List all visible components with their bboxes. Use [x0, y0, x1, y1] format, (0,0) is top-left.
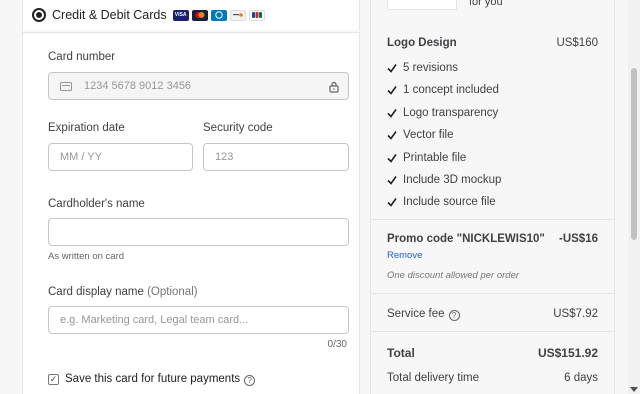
gig-thumbnail [387, 0, 457, 10]
expiration-label: Expiration date [48, 122, 125, 134]
check-icon [387, 109, 397, 118]
feature-item: Include 3D mockup [387, 174, 501, 186]
card-form: Card number 1234 5678 9012 3456 Expirati… [22, 32, 360, 394]
feature-item: Printable file [387, 152, 466, 164]
package-title: Logo Design [387, 37, 457, 49]
page-scrollbar[interactable] [628, 0, 640, 394]
lock-icon [329, 81, 339, 93]
save-card-text: Save this card for future payments [65, 373, 241, 385]
jcb-icon [248, 9, 265, 21]
visa-icon: VISA [172, 9, 189, 21]
security-code-input[interactable]: 123 [203, 143, 349, 171]
feature-label: Printable file [403, 152, 467, 164]
card-number-label: Card number [48, 51, 116, 63]
package-price: US$160 [556, 37, 598, 49]
security-code-placeholder: 123 [215, 151, 234, 163]
save-card-checkbox[interactable]: ✓ [48, 374, 59, 385]
expiration-placeholder: MM / YY [60, 151, 102, 163]
security-code-label: Security code [203, 122, 273, 134]
feature-label: Vector file [403, 129, 454, 141]
optional-tag: (Optional) [147, 286, 198, 298]
remove-promo-link[interactable]: Remove [387, 250, 422, 261]
display-name-label: Card display name (Optional) [48, 286, 198, 298]
credit-card-icon [60, 81, 72, 91]
feature-label: 1 concept included [403, 84, 499, 96]
feature-item: 5 revisions [387, 62, 458, 74]
cardholder-input[interactable] [48, 218, 349, 246]
character-counter: 0/30 [327, 339, 347, 350]
check-icon [387, 154, 397, 163]
check-icon [387, 86, 397, 95]
display-name-input[interactable]: e.g. Marketing card, Legal team card... [48, 306, 349, 334]
feature-label: Logo transparency [403, 107, 499, 119]
promo-code-label: Promo code "NICKLEWIS10" [387, 233, 545, 245]
payment-method-label: Credit & Debit Cards [52, 8, 167, 22]
total-label: Total [387, 346, 415, 360]
display-name-placeholder: e.g. Marketing card, Legal team card... [60, 314, 249, 326]
card-number-placeholder: 1234 5678 9012 3456 [84, 80, 192, 92]
checkout-page: Credit & Debit Cards VISA Card number 12… [0, 0, 640, 394]
expiration-input[interactable]: MM / YY [48, 143, 193, 171]
display-name-label-text: Card display name [48, 286, 144, 298]
diners-club-icon [210, 9, 227, 21]
for-you-text: for you [469, 0, 503, 8]
payment-method-option[interactable]: Credit & Debit Cards VISA [22, 0, 360, 30]
card-brand-logos: VISA [172, 9, 265, 21]
divider [371, 219, 614, 220]
check-icon [387, 176, 397, 185]
service-fee-text: Service fee [387, 308, 445, 320]
delivery-time-value: 6 days [564, 372, 598, 384]
feature-label: 5 revisions [403, 62, 458, 74]
payment-method-radio[interactable] [32, 8, 46, 22]
save-card-label: Save this card for future payments? [65, 373, 256, 386]
divider [371, 331, 614, 332]
check-icon [387, 131, 397, 140]
scrollbar-thumb[interactable] [631, 68, 637, 240]
card-number-input[interactable]: 1234 5678 9012 3456 [48, 72, 349, 100]
cardholder-label: Cardholder's name [48, 198, 145, 210]
service-fee-value: US$7.92 [553, 308, 598, 320]
order-summary: for you Logo Design US$160 5 revisions 1… [370, 0, 615, 394]
divider [371, 293, 614, 294]
feature-item: 1 concept included [387, 84, 499, 96]
delivery-time-label: Total delivery time [387, 372, 480, 384]
check-icon [387, 64, 397, 73]
feature-item: Include source file [387, 196, 496, 208]
promo-discount: -US$16 [559, 233, 598, 245]
service-fee-label: Service fee? [387, 308, 460, 321]
feature-label: Include source file [403, 196, 496, 208]
feature-label: Include 3D mockup [403, 174, 502, 186]
promo-note: One discount allowed per order [387, 270, 520, 281]
feature-item: Vector file [387, 129, 454, 141]
info-icon[interactable]: ? [448, 310, 460, 321]
help-icon[interactable]: ? [244, 375, 256, 386]
cardholder-hint: As written on card [48, 251, 125, 262]
total-value: US$151.92 [537, 346, 598, 360]
check-icon [387, 198, 397, 207]
discover-icon [229, 9, 246, 21]
feature-item: Logo transparency [387, 107, 498, 119]
mastercard-icon [191, 9, 208, 21]
scroll-down-arrow-icon[interactable] [630, 387, 638, 392]
